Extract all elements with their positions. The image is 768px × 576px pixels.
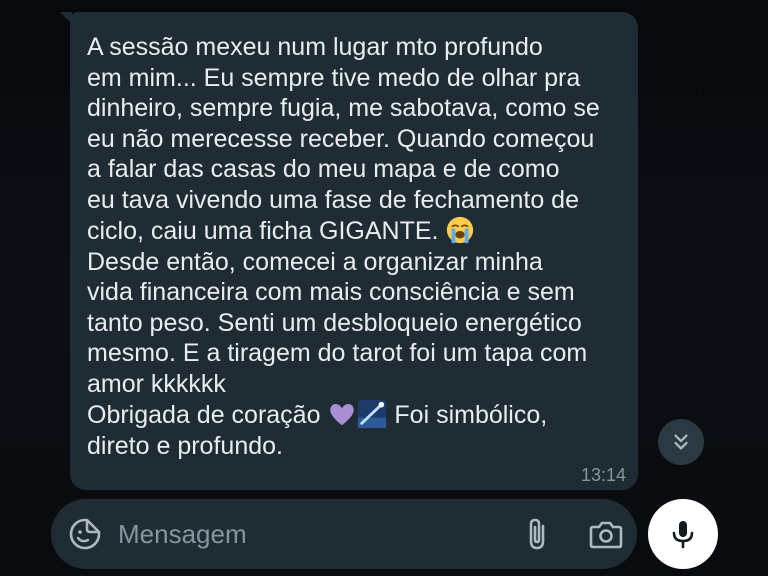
message-line: em mim... Eu sempre tive medo de olhar p… bbox=[87, 63, 581, 92]
message-paragraph-2: Desde então, comecei a organizar minha vi… bbox=[87, 247, 620, 400]
paperclip-icon[interactable] bbox=[523, 516, 551, 552]
message-input[interactable]: Mensagem bbox=[118, 519, 247, 549]
message-line: eu não merecesse receber. Quando começou bbox=[87, 124, 595, 153]
purple-heart-emoji-icon bbox=[330, 404, 355, 426]
message-line: eu tava vivendo uma fase de fechamento d… bbox=[87, 185, 579, 214]
message-line: Foi simbólico, bbox=[394, 401, 548, 429]
loudly-crying-face-emoji-icon bbox=[447, 216, 474, 244]
voice-message-button[interactable] bbox=[648, 499, 718, 569]
message-line: a falar das casas do meu mapa e de como bbox=[87, 155, 560, 183]
message-line: Desde então, comecei a organizar minha bbox=[87, 247, 543, 276]
shooting-star-emoji-icon bbox=[358, 399, 387, 429]
message-line: direto e profundo. bbox=[87, 431, 283, 460]
double-chevron-down-icon bbox=[674, 434, 688, 450]
message-timestamp: 13:14 bbox=[580, 465, 626, 485]
incoming-message-bubble[interactable]: A sessão mexeu num lugar mto profundo em … bbox=[60, 12, 638, 490]
message-composer[interactable]: Mensagem bbox=[51, 499, 637, 569]
message-line: dinheiro, sempre fugia, me sabotava, com… bbox=[87, 94, 600, 122]
message-line: ciclo, caiu uma ficha GIGANTE. bbox=[87, 217, 439, 245]
message-line: A sessão mexeu num lugar mto profundo bbox=[87, 33, 543, 61]
message-line: amor kkkkkk bbox=[87, 369, 226, 398]
chat-screen: A sessão mexeu num lugar mto profundo em … bbox=[0, 0, 768, 576]
microphone-icon bbox=[672, 521, 694, 549]
bubble-tail bbox=[60, 12, 72, 24]
sticker-smiley-icon[interactable] bbox=[68, 517, 102, 551]
message-line: mesmo. E a tiragem do tarot foi um tapa … bbox=[87, 339, 588, 367]
message-paragraph-1: A sessão mexeu num lugar mto profundo em … bbox=[87, 32, 620, 247]
scroll-to-bottom-button[interactable] bbox=[658, 419, 704, 465]
message-line: vida financeira com mais consciência e s… bbox=[87, 278, 575, 306]
message-paragraph-3: Obrigada de coração Foi simbólico, direto… bbox=[87, 399, 620, 461]
message-line: Obrigada de coração bbox=[87, 401, 321, 429]
message-line: tanto peso. Senti um desbloqueio energét… bbox=[87, 308, 582, 337]
camera-icon[interactable] bbox=[589, 519, 623, 549]
